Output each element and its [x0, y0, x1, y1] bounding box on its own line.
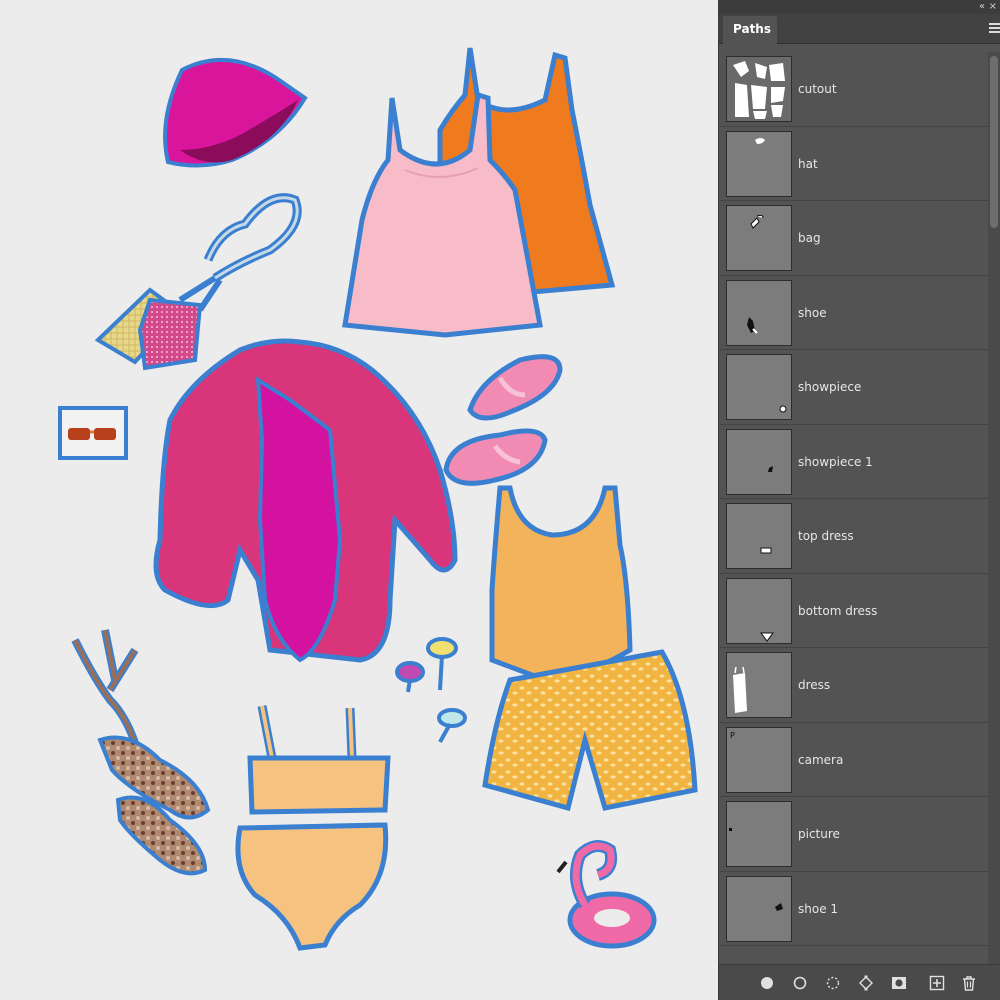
paths-panel: ‹‹ × Paths cutout hat bag shoe showpiece show…: [718, 0, 1000, 1000]
sunglasses: [58, 406, 128, 460]
path-label: dress: [798, 678, 831, 692]
path-label: shoe: [798, 305, 827, 320]
panel-menu-icon[interactable]: [989, 23, 1000, 35]
path-row-picture[interactable]: picture: [719, 797, 989, 872]
svg-text:P: P: [730, 731, 735, 740]
path-label: camera: [798, 752, 844, 767]
canvas-artwork: [58, 47, 698, 951]
path-thumbnail: [726, 279, 792, 346]
path-label: picture: [798, 827, 840, 841]
flamingo-float: [556, 840, 657, 949]
load-selection-icon[interactable]: [825, 975, 841, 991]
lace-up-sandals: [71, 629, 211, 876]
path-row-showpiece1[interactable]: showpiece 1: [719, 425, 989, 499]
path-label: top dress: [798, 529, 854, 543]
path-label: hat: [798, 156, 818, 171]
add-mask-icon[interactable]: [891, 975, 907, 991]
drink-umbrellas: [395, 637, 467, 743]
path-thumbnail: [726, 503, 792, 569]
path-row-hat[interactable]: hat: [719, 127, 989, 201]
path-thumbnail: [726, 354, 792, 420]
path-label: showpiece 1: [798, 454, 873, 469]
path-row-bag[interactable]: bag: [719, 201, 989, 276]
pink-sandals: [443, 354, 563, 486]
bucket-hat: [163, 58, 308, 168]
path-thumbnail: P: [726, 726, 792, 793]
path-thumbnail: [726, 130, 792, 197]
new-path-icon[interactable]: [929, 975, 945, 991]
yellow-bikini: [235, 705, 391, 951]
path-row-topdress[interactable]: top dress: [719, 499, 989, 574]
path-thumbnail: [726, 577, 792, 644]
path-label: showpiece: [798, 380, 862, 394]
path-row-cutout[interactable]: cutout: [719, 52, 989, 127]
path-row-camera[interactable]: Pcamera: [719, 723, 989, 797]
stroke-path-icon[interactable]: [792, 975, 808, 991]
make-work-path-icon[interactable]: [858, 975, 874, 991]
paths-scrollbar[interactable]: [988, 52, 1000, 964]
yellow-shorts: [482, 649, 698, 812]
tab-paths[interactable]: Paths: [723, 16, 777, 44]
path-label: bottom dress: [798, 603, 878, 618]
paths-bottom-toolbar: [719, 964, 1000, 1000]
path-row-dress[interactable]: dress: [719, 648, 989, 723]
collapse-panel-icon[interactable]: ‹‹: [979, 0, 985, 13]
path-thumbnail: [726, 875, 792, 942]
path-row-showpiece[interactable]: showpiece: [719, 350, 989, 425]
fill-path-icon[interactable]: [759, 975, 775, 991]
path-label: cutout: [798, 82, 837, 96]
path-thumbnail: [726, 652, 792, 718]
yellow-tank-top: [489, 485, 633, 681]
path-thumbnail: [726, 56, 792, 122]
path-label: shoe 1: [798, 901, 839, 916]
path-label: bag: [798, 231, 821, 245]
document-canvas[interactable]: [0, 0, 718, 1000]
path-thumbnail: [726, 801, 792, 867]
panel-top-strip: ‹‹ ×: [719, 0, 1000, 14]
paths-list: cutout hat bag shoe showpiece showpiece 1 top …: [719, 52, 1000, 964]
scrollbar-thumb[interactable]: [990, 56, 998, 228]
path-row-shoe[interactable]: shoe: [719, 276, 989, 350]
path-thumbnail: [726, 428, 792, 495]
path-row-shoe1[interactable]: shoe 1: [719, 872, 989, 946]
path-row-bottomdress[interactable]: bottom dress: [719, 574, 989, 648]
close-panel-icon[interactable]: ×: [989, 0, 997, 13]
panel-tab-bar: Paths: [719, 14, 1000, 44]
path-thumbnail: [726, 205, 792, 271]
delete-path-icon[interactable]: [961, 975, 977, 991]
